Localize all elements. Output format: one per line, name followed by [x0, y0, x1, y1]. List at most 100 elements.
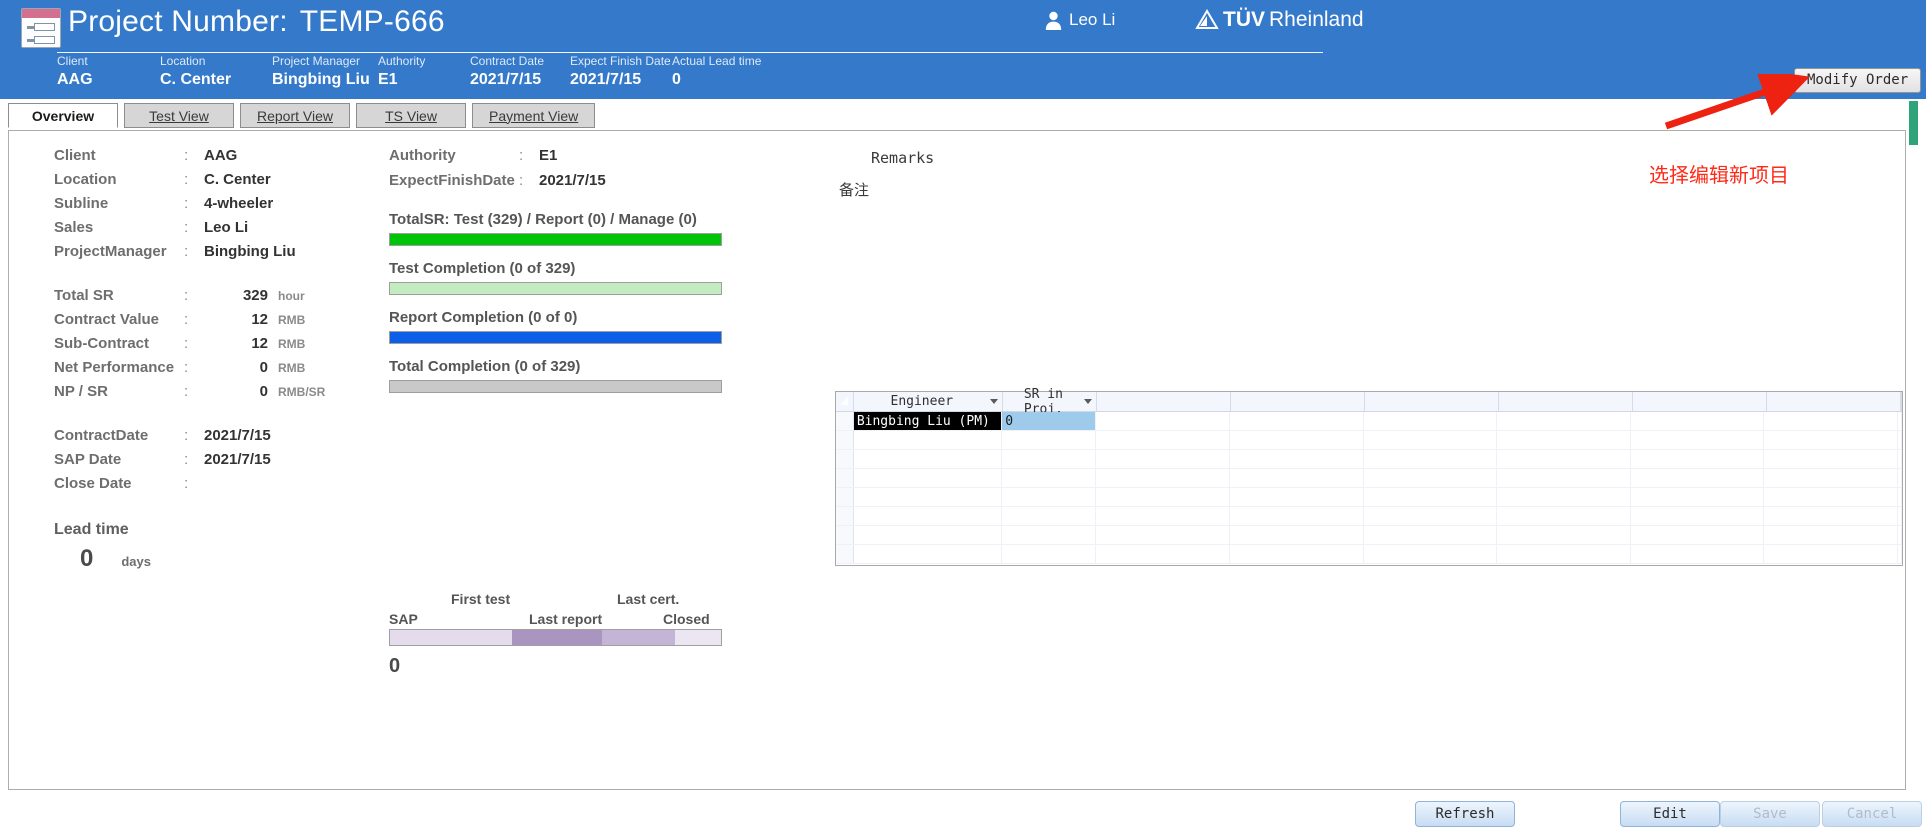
grid-cell-empty[interactable] — [1764, 431, 1898, 449]
grid-cell-empty[interactable] — [1096, 450, 1230, 468]
table-row-empty[interactable] — [836, 450, 1902, 469]
grid-column-header[interactable]: SR in Proj. — [1003, 387, 1098, 417]
grid-cell-empty[interactable] — [1096, 545, 1230, 563]
grid-cell-empty[interactable] — [1230, 488, 1364, 506]
cell-engineer[interactable] — [854, 545, 1003, 563]
header-field-value: C. Center — [160, 71, 232, 88]
refresh-button[interactable]: Refresh — [1415, 801, 1515, 827]
row-header[interactable] — [836, 431, 854, 449]
grid-cell-empty[interactable] — [1497, 450, 1631, 468]
grid-cell-empty[interactable] — [1096, 507, 1230, 525]
tab-overview[interactable]: Overview — [8, 103, 118, 128]
table-row-empty[interactable] — [836, 469, 1902, 488]
field-label: Authority — [389, 147, 456, 164]
table-row-empty[interactable] — [836, 507, 1902, 526]
cell-sr-in-proj[interactable] — [1002, 507, 1097, 525]
grid-cell-empty[interactable] — [1364, 507, 1498, 525]
tab-test-view[interactable]: Test View — [124, 103, 234, 128]
edit-button[interactable]: Edit — [1620, 801, 1720, 827]
grid-cell-empty[interactable] — [1631, 488, 1765, 506]
grid-cell-empty[interactable] — [1631, 545, 1765, 563]
grid-cell-empty[interactable] — [1364, 469, 1498, 487]
grid-cell-empty[interactable] — [1764, 507, 1898, 525]
grid-cell-empty[interactable] — [1764, 450, 1898, 468]
grid-cell-empty[interactable] — [1497, 545, 1631, 563]
grid-cell-empty[interactable] — [1631, 507, 1765, 525]
grid-cell-empty[interactable] — [1230, 412, 1364, 430]
grid-cell-empty[interactable] — [1364, 412, 1498, 430]
cell-engineer[interactable] — [854, 431, 1003, 449]
grid-cell-empty[interactable] — [1096, 431, 1230, 449]
grid-cell-empty[interactable] — [1230, 450, 1364, 468]
grid-select-all-corner[interactable] — [836, 392, 854, 411]
grid-cell-empty[interactable] — [1230, 431, 1364, 449]
modify-order-button[interactable]: Modify Order — [1794, 68, 1922, 93]
cell-sr-in-proj[interactable] — [1002, 431, 1097, 449]
grid-cell-empty[interactable] — [1364, 526, 1498, 544]
grid-cell-empty[interactable] — [1230, 507, 1364, 525]
cell-sr-in-proj[interactable] — [1002, 450, 1097, 468]
cell-engineer[interactable] — [854, 488, 1003, 506]
grid-cell-empty[interactable] — [1230, 545, 1364, 563]
row-header[interactable] — [836, 450, 854, 468]
cell-sr-in-proj[interactable] — [1002, 545, 1097, 563]
grid-cell-empty[interactable] — [1096, 526, 1230, 544]
chevron-down-icon[interactable] — [989, 399, 998, 404]
cell-sr-in-proj[interactable] — [1002, 526, 1097, 544]
table-row-empty[interactable] — [836, 545, 1902, 564]
grid-cell-empty[interactable] — [1764, 526, 1898, 544]
header-field-value: 0 — [672, 71, 681, 88]
grid-cell-empty[interactable] — [1497, 431, 1631, 449]
grid-cell-empty[interactable] — [1764, 545, 1898, 563]
row-header[interactable] — [836, 545, 854, 563]
row-header[interactable] — [836, 412, 854, 430]
grid-cell-empty[interactable] — [1497, 469, 1631, 487]
grid-cell-empty[interactable] — [1764, 469, 1898, 487]
grid-cell-empty[interactable] — [1364, 545, 1498, 563]
grid-cell-empty[interactable] — [1497, 412, 1631, 430]
cell-sr-in-proj[interactable] — [1002, 469, 1097, 487]
table-row[interactable]: Bingbing Liu (PM) 0 — [836, 412, 1902, 431]
table-row-empty[interactable] — [836, 526, 1902, 545]
grid-cell-empty[interactable] — [1631, 450, 1765, 468]
current-user[interactable]: Leo Li — [1045, 10, 1115, 30]
grid-cell-empty[interactable] — [1364, 450, 1498, 468]
cell-engineer[interactable] — [854, 469, 1003, 487]
grid-cell-empty[interactable] — [1096, 412, 1230, 430]
grid-cell-empty[interactable] — [1230, 469, 1364, 487]
grid-cell-empty[interactable] — [1364, 488, 1498, 506]
row-header[interactable] — [836, 526, 854, 544]
grid-cell-empty[interactable] — [1631, 526, 1765, 544]
grid-cell-empty[interactable] — [1764, 488, 1898, 506]
cell-engineer[interactable] — [854, 507, 1003, 525]
grid-cell-empty[interactable] — [1631, 431, 1765, 449]
table-row-empty[interactable] — [836, 488, 1902, 507]
cell-sr-in-proj[interactable]: 0 — [1002, 412, 1097, 430]
grid-cell-empty[interactable] — [1631, 469, 1765, 487]
grid-cell-empty[interactable] — [1497, 507, 1631, 525]
grid-cell-empty[interactable] — [1096, 488, 1230, 506]
grid-column-header[interactable]: Engineer — [854, 392, 1003, 411]
tab-ts-view[interactable]: TS View — [356, 103, 467, 128]
row-header[interactable] — [836, 469, 854, 487]
grid-cell-empty[interactable] — [1096, 469, 1230, 487]
field-separator: : — [184, 311, 189, 328]
grid-cell-empty[interactable] — [1497, 488, 1631, 506]
cell-engineer[interactable] — [854, 450, 1003, 468]
row-header[interactable] — [836, 488, 854, 506]
cell-sr-in-proj[interactable] — [1002, 488, 1097, 506]
grid-cell-empty[interactable] — [1631, 412, 1765, 430]
tab-report-view[interactable]: Report View — [240, 103, 351, 128]
field-separator: : — [184, 287, 189, 304]
row-header[interactable] — [836, 507, 854, 525]
chevron-down-icon[interactable] — [1084, 399, 1093, 404]
grid-cell-empty[interactable] — [1364, 431, 1498, 449]
table-row-empty[interactable] — [836, 431, 1902, 450]
cell-engineer[interactable] — [854, 526, 1003, 544]
grid-cell-empty[interactable] — [1497, 526, 1631, 544]
grid-cell-empty[interactable] — [1230, 526, 1364, 544]
engineer-grid[interactable]: Engineer SR in Proj. Bingbing Liu (PM) 0 — [835, 387, 1903, 566]
cell-engineer[interactable]: Bingbing Liu (PM) — [853, 412, 1003, 430]
tab-payment-view[interactable]: Payment View — [472, 103, 596, 128]
grid-cell-empty[interactable] — [1764, 412, 1898, 430]
